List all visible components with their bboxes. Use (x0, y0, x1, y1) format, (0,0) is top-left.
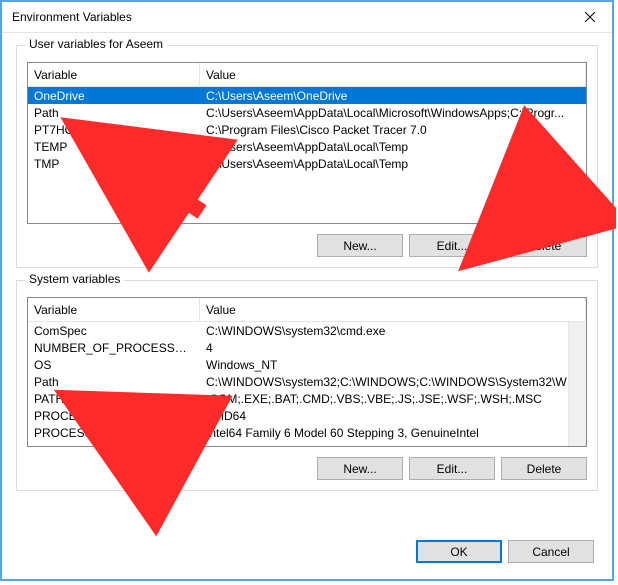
user-variables-list[interactable]: Variable Value OneDriveC:\Users\Aseem\On… (27, 62, 587, 224)
table-row[interactable]: OSWindows_NT (28, 356, 586, 373)
cell-variable: PT7HOME (28, 123, 200, 137)
cell-value: Windows_NT (200, 358, 586, 372)
user-new-button[interactable]: New... (317, 234, 403, 257)
table-row[interactable]: PathC:\Users\Aseem\AppData\Local\Microso… (28, 104, 586, 121)
table-row[interactable]: OneDriveC:\Users\Aseem\OneDrive (28, 87, 586, 104)
window-title: Environment Variables (12, 10, 567, 24)
cell-value: C:\WINDOWS\system32\cmd.exe (200, 324, 586, 338)
user-delete-button[interactable]: Delete (501, 234, 587, 257)
cell-value: 4 (200, 341, 586, 355)
cell-variable: TMP (28, 157, 200, 171)
table-row[interactable]: PATHEXT.COM;.EXE;.BAT;.CMD;.VBS;.VBE;.JS… (28, 390, 586, 407)
user-group-label: User variables for Aseem (25, 37, 167, 51)
cell-variable: Path (28, 375, 200, 389)
cancel-button[interactable]: Cancel (508, 540, 594, 563)
list-header[interactable]: Variable Value (28, 298, 586, 322)
system-buttons: New... Edit... Delete (27, 457, 587, 480)
system-group-label: System variables (25, 272, 124, 286)
cell-variable: ComSpec (28, 324, 200, 338)
system-edit-button[interactable]: Edit... (409, 457, 495, 480)
system-variables-list[interactable]: Variable Value ComSpecC:\WINDOWS\system3… (27, 297, 587, 447)
cell-variable: NUMBER_OF_PROCESSORS (28, 341, 200, 355)
cell-value: C:\WINDOWS\system32;C:\WINDOWS;C:\WINDOW… (200, 375, 586, 389)
environment-variables-dialog: Environment Variables User variables for… (0, 0, 614, 581)
close-icon (585, 12, 595, 22)
table-row[interactable]: TEMPC:\Users\Aseem\AppData\Local\Temp (28, 138, 586, 155)
col-value[interactable]: Value (200, 63, 586, 86)
table-row[interactable]: ComSpecC:\WINDOWS\system32\cmd.exe (28, 322, 586, 339)
table-row[interactable]: PT7HOMEC:\Program Files\Cisco Packet Tra… (28, 121, 586, 138)
col-value[interactable]: Value (200, 298, 586, 321)
cell-value: C:\Users\Aseem\AppData\Local\Microsoft\W… (200, 106, 586, 120)
cell-variable: PROCESSOR_IDENTIFIER (28, 426, 200, 440)
cell-value: AMD64 (200, 409, 586, 423)
cell-variable: PATHEXT (28, 392, 200, 406)
cell-variable: OS (28, 358, 200, 372)
table-row[interactable]: NUMBER_OF_PROCESSORS4 (28, 339, 586, 356)
dialog-content: User variables for Aseem Variable Value … (2, 33, 612, 513)
table-row[interactable]: PROCESSOR_IDENTIFIERIntel64 Family 6 Mod… (28, 424, 586, 441)
cell-variable: OneDrive (28, 89, 200, 103)
table-row[interactable]: TMPC:\Users\Aseem\AppData\Local\Temp (28, 155, 586, 172)
cell-value: .COM;.EXE;.BAT;.CMD;.VBS;.VBE;.JS;.JSE;.… (200, 392, 586, 406)
cell-variable: Path (28, 106, 200, 120)
cell-variable: TEMP (28, 140, 200, 154)
cell-value: C:\Users\Aseem\AppData\Local\Temp (200, 157, 586, 171)
col-variable[interactable]: Variable (28, 63, 200, 86)
cell-value: Intel64 Family 6 Model 60 Stepping 3, Ge… (200, 426, 586, 440)
system-rows: ComSpecC:\WINDOWS\system32\cmd.exeNUMBER… (28, 322, 586, 441)
table-row[interactable]: PROCESSOR_ARCHITECTUREAMD64 (28, 407, 586, 424)
col-variable[interactable]: Variable (28, 298, 200, 321)
cell-variable: PROCESSOR_ARCHITECTURE (28, 409, 200, 423)
cell-value: C:\Program Files\Cisco Packet Tracer 7.0 (200, 123, 586, 137)
user-variables-group: User variables for Aseem Variable Value … (16, 45, 598, 268)
cell-value: C:\Users\Aseem\OneDrive (200, 89, 586, 103)
system-variables-group: System variables Variable Value ComSpecC… (16, 280, 598, 491)
cell-value: C:\Users\Aseem\AppData\Local\Temp (200, 140, 586, 154)
system-new-button[interactable]: New... (317, 457, 403, 480)
table-row[interactable]: PathC:\WINDOWS\system32;C:\WINDOWS;C:\WI… (28, 373, 586, 390)
list-header[interactable]: Variable Value (28, 63, 586, 87)
user-buttons: New... Edit... Delete (27, 234, 587, 257)
user-edit-button[interactable]: Edit... (409, 234, 495, 257)
scrollbar[interactable] (568, 322, 586, 446)
user-rows: OneDriveC:\Users\Aseem\OneDrivePathC:\Us… (28, 87, 586, 172)
system-delete-button[interactable]: Delete (501, 457, 587, 480)
ok-button[interactable]: OK (416, 540, 502, 563)
dialog-footer: OK Cancel (416, 540, 594, 563)
titlebar: Environment Variables (2, 2, 612, 33)
close-button[interactable] (567, 2, 612, 32)
